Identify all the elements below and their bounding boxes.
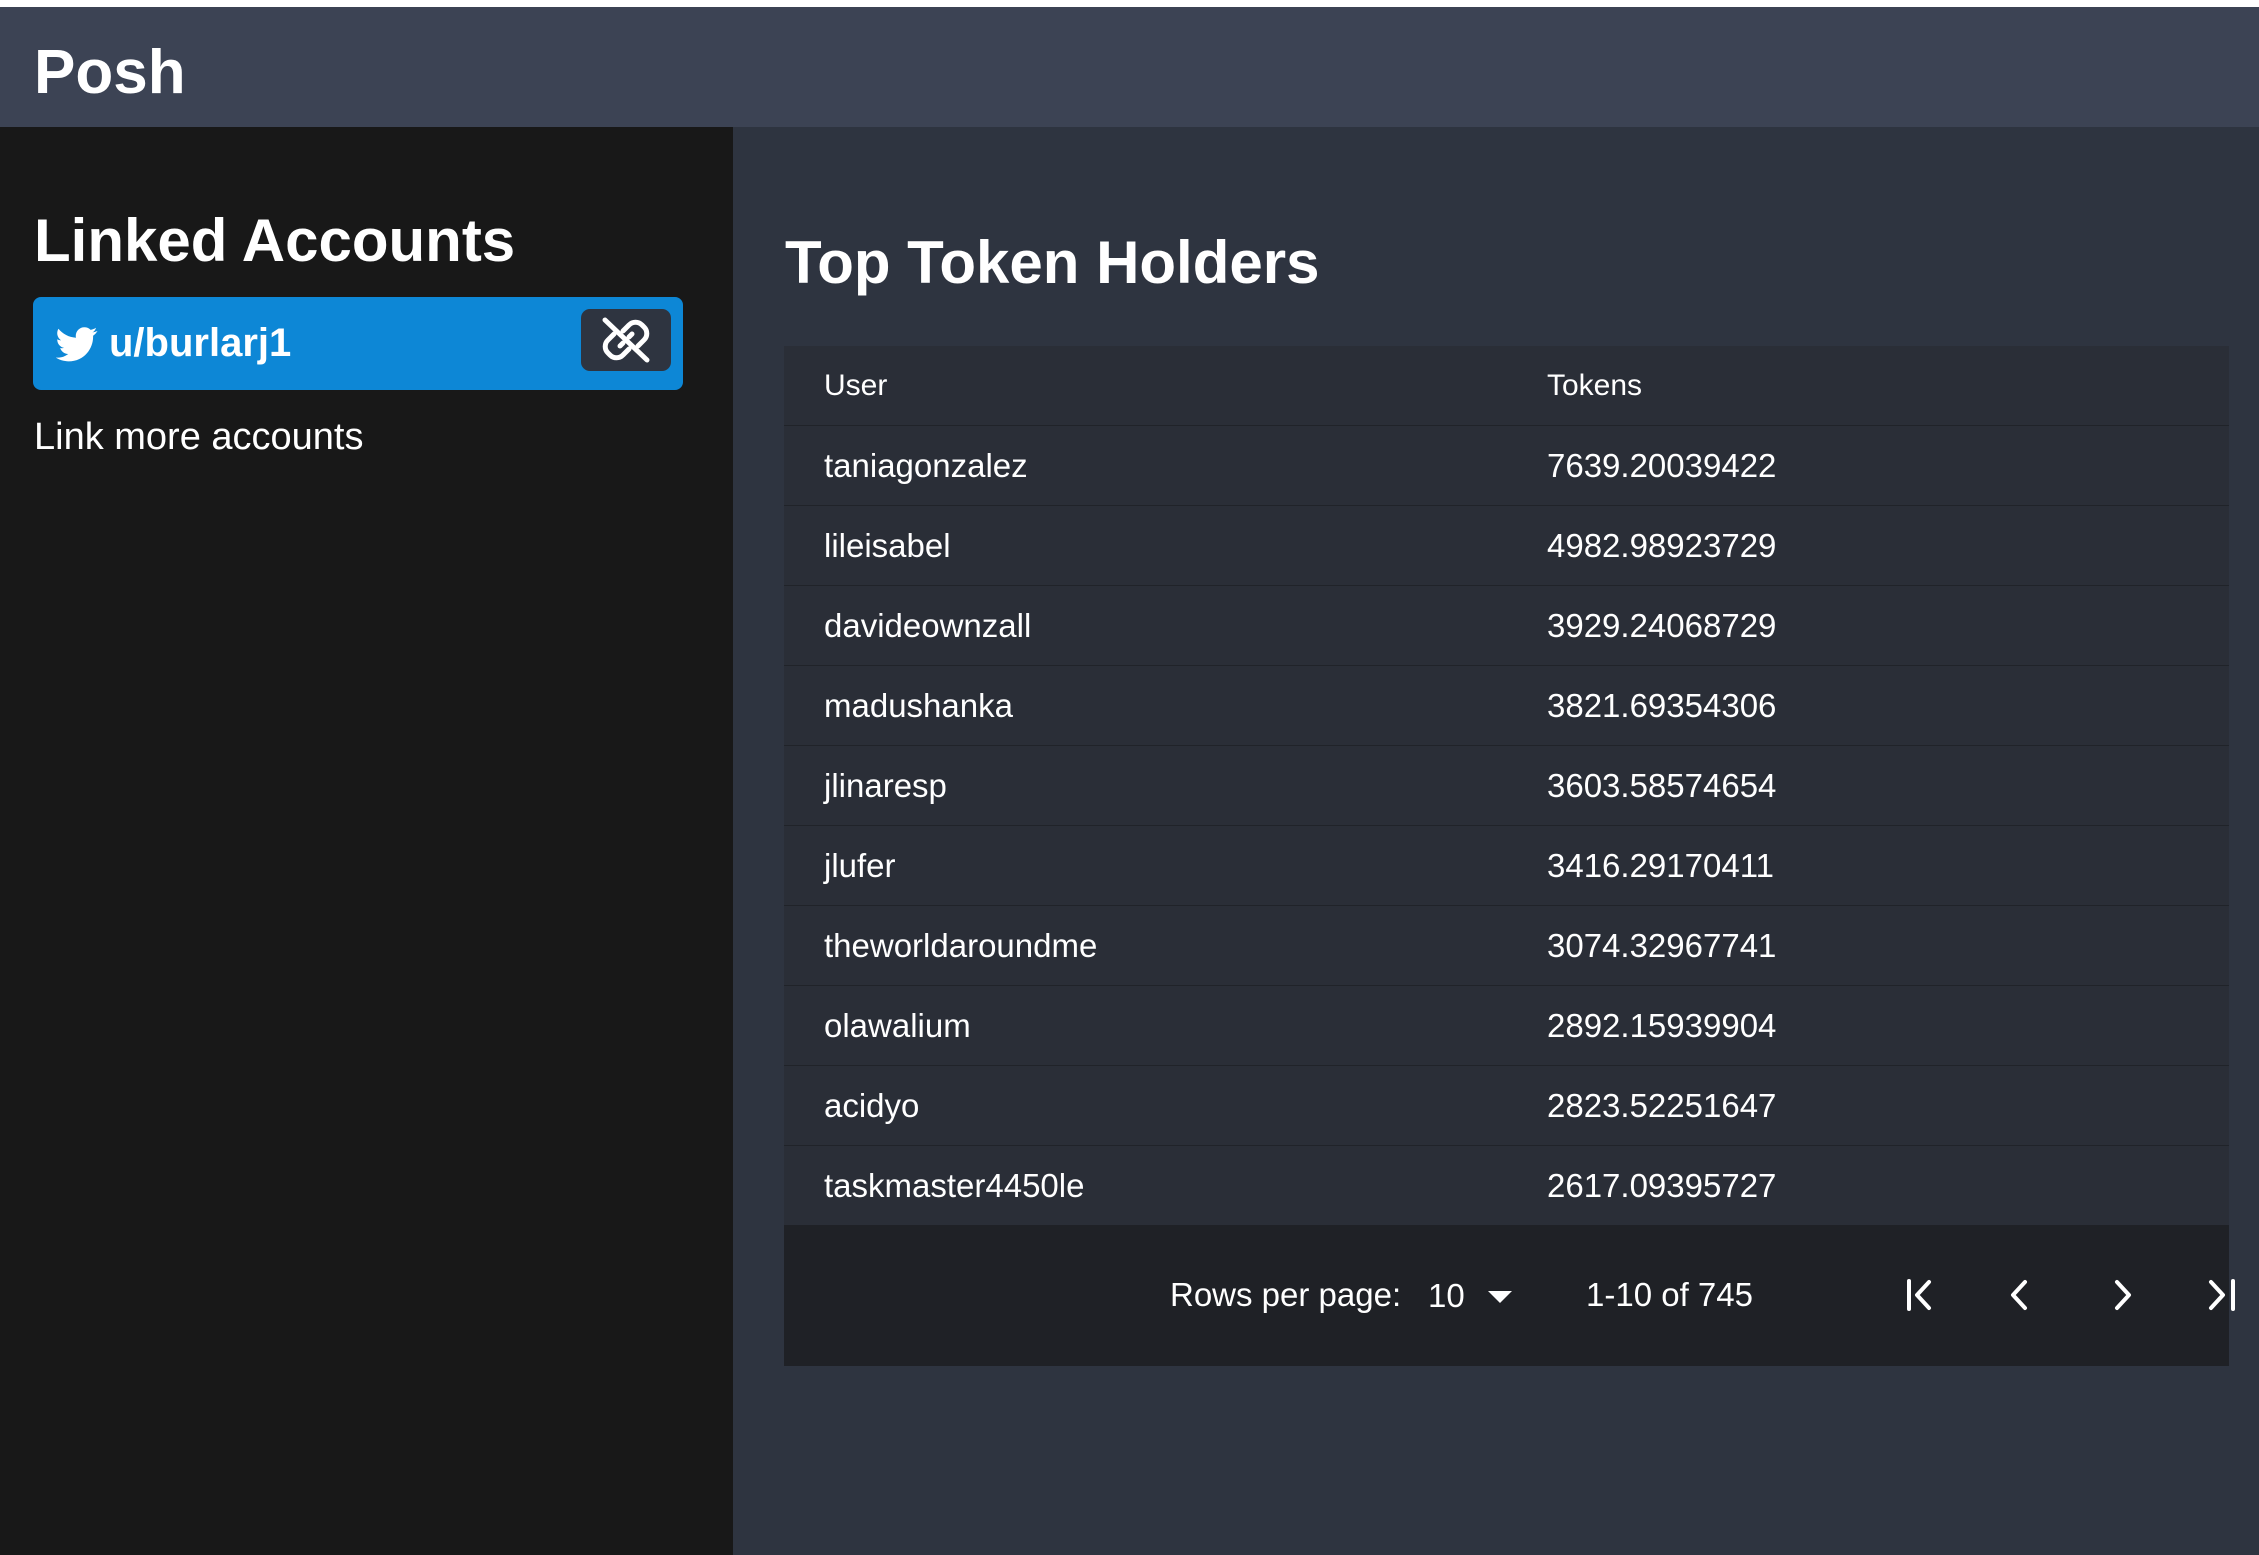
last-page-button[interactable] — [2191, 1265, 2251, 1325]
tokens-cell: 2617.09395727 — [1507, 1145, 2229, 1226]
previous-page-icon — [2011, 1280, 2027, 1310]
table-row: acidyo 2823.52251647 — [784, 1065, 2229, 1146]
linked-account-name: u/burlarj1 — [109, 321, 292, 365]
user-cell: madushanka — [784, 665, 1507, 746]
user-cell: acidyo — [784, 1065, 1507, 1146]
tokens-cell: 4982.98923729 — [1507, 505, 2229, 586]
tokens-cell: 7639.20039422 — [1507, 425, 2229, 506]
sidebar-title: Linked Accounts — [34, 207, 516, 274]
tokens-cell: 3929.24068729 — [1507, 585, 2229, 666]
previous-page-button[interactable] — [1991, 1265, 2051, 1325]
unlink-icon — [602, 317, 650, 363]
top-border — [0, 0, 2259, 7]
app-header: Posh — [0, 7, 2259, 127]
rows-per-page-label: Rows per page: — [1170, 1276, 1402, 1313]
page-title: Top Token Holders — [785, 229, 1320, 296]
column-header-user[interactable]: User — [784, 346, 1507, 426]
user-cell: jlinaresp — [784, 745, 1507, 826]
table-row: davideownzall 3929.24068729 — [784, 585, 2229, 666]
first-page-icon — [1907, 1279, 1931, 1311]
token-holders-table-container: User Tokens taniagonzalez 7639.20039422 … — [784, 346, 2235, 1366]
pagination-range: 1-10 of 745 — [1586, 1276, 1753, 1313]
tokens-cell: 3416.29170411 — [1507, 825, 2229, 906]
token-holders-table: User Tokens taniagonzalez 7639.20039422 … — [784, 346, 2229, 1226]
linked-account-chip[interactable]: u/burlarj1 — [33, 297, 683, 390]
user-cell: taniagonzalez — [784, 425, 1507, 506]
last-page-icon — [2209, 1279, 2235, 1311]
tokens-cell: 2823.52251647 — [1507, 1065, 2229, 1146]
unlink-account-button[interactable] — [581, 309, 671, 371]
user-cell: taskmaster4450le — [784, 1145, 1507, 1226]
next-page-button[interactable] — [2091, 1265, 2151, 1325]
user-cell: davideownzall — [784, 585, 1507, 666]
user-cell: jlufer — [784, 825, 1507, 906]
rows-per-page-select[interactable]: 10 — [1428, 1273, 1518, 1317]
table-pagination: Rows per page: 10 1-10 of 745 — [784, 1225, 2235, 1365]
caret-down-icon — [1488, 1291, 1512, 1303]
table-header-row: User Tokens — [784, 346, 2229, 426]
link-more-accounts-link[interactable]: Link more accounts — [34, 411, 364, 463]
tokens-cell: 3074.32967741 — [1507, 905, 2229, 986]
user-cell: olawalium — [784, 985, 1507, 1066]
first-page-button[interactable] — [1891, 1265, 1951, 1325]
sidebar: Linked Accounts u/burlarj1 Link more acc… — [0, 127, 733, 1555]
rows-per-page-value: 10 — [1428, 1277, 1465, 1314]
twitter-icon — [56, 327, 98, 362]
app-title[interactable]: Posh — [34, 31, 186, 115]
main-content: Top Token Holders User Tokens taniagonza… — [733, 127, 2259, 1555]
next-page-icon — [2115, 1280, 2131, 1310]
table-row: lileisabel 4982.98923729 — [784, 505, 2229, 586]
table-row: jlinaresp 3603.58574654 — [784, 745, 2229, 826]
tokens-cell: 3603.58574654 — [1507, 745, 2229, 826]
tokens-cell: 2892.15939904 — [1507, 985, 2229, 1066]
user-cell: lileisabel — [784, 505, 1507, 586]
table-row: madushanka 3821.69354306 — [784, 665, 2229, 746]
table-row: taniagonzalez 7639.20039422 — [784, 425, 2229, 506]
tokens-cell: 3821.69354306 — [1507, 665, 2229, 746]
table-row: olawalium 2892.15939904 — [784, 985, 2229, 1066]
table-row: jlufer 3416.29170411 — [784, 825, 2229, 906]
table-row: taskmaster4450le 2617.09395727 — [784, 1145, 2229, 1226]
table-row: theworldaroundme 3074.32967741 — [784, 905, 2229, 986]
column-header-tokens[interactable]: Tokens — [1507, 346, 2229, 426]
user-cell: theworldaroundme — [784, 905, 1507, 986]
